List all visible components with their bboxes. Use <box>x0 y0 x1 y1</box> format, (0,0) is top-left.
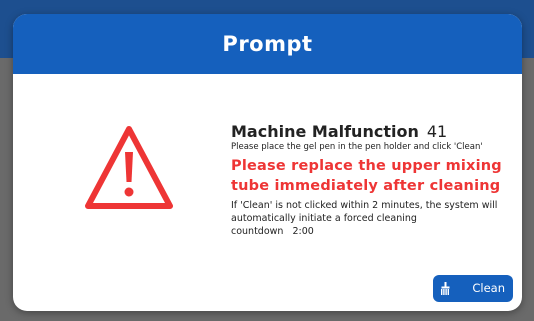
countdown: countdown 2:00 <box>231 225 515 238</box>
dialog-header: Prompt <box>13 14 522 74</box>
clean-button-label: Clean <box>472 281 505 295</box>
warning-icon <box>85 126 173 209</box>
countdown-label: countdown <box>231 226 284 237</box>
clean-button[interactable]: Clean <box>433 275 513 302</box>
forced-cleaning-notice: If 'Clean' is not clicked within 2 minut… <box>231 200 498 224</box>
broom-icon <box>441 282 450 295</box>
countdown-value: 2:00 <box>292 226 314 237</box>
error-code: 41 <box>426 122 448 141</box>
malfunction-heading: Machine Malfunction <box>231 122 419 141</box>
malfunction-dialog: Prompt Machine Malfunction 41 Please pla… <box>13 14 522 311</box>
message-content: Machine Malfunction 41 Please place the … <box>231 122 515 238</box>
dialog-title: Prompt <box>222 32 313 56</box>
heading-line: Machine Malfunction 41 <box>231 122 515 141</box>
alert-message: Please replace the upper mixing tube imm… <box>231 158 502 194</box>
instruction-text: Please place the gel pen in the pen hold… <box>231 142 483 152</box>
